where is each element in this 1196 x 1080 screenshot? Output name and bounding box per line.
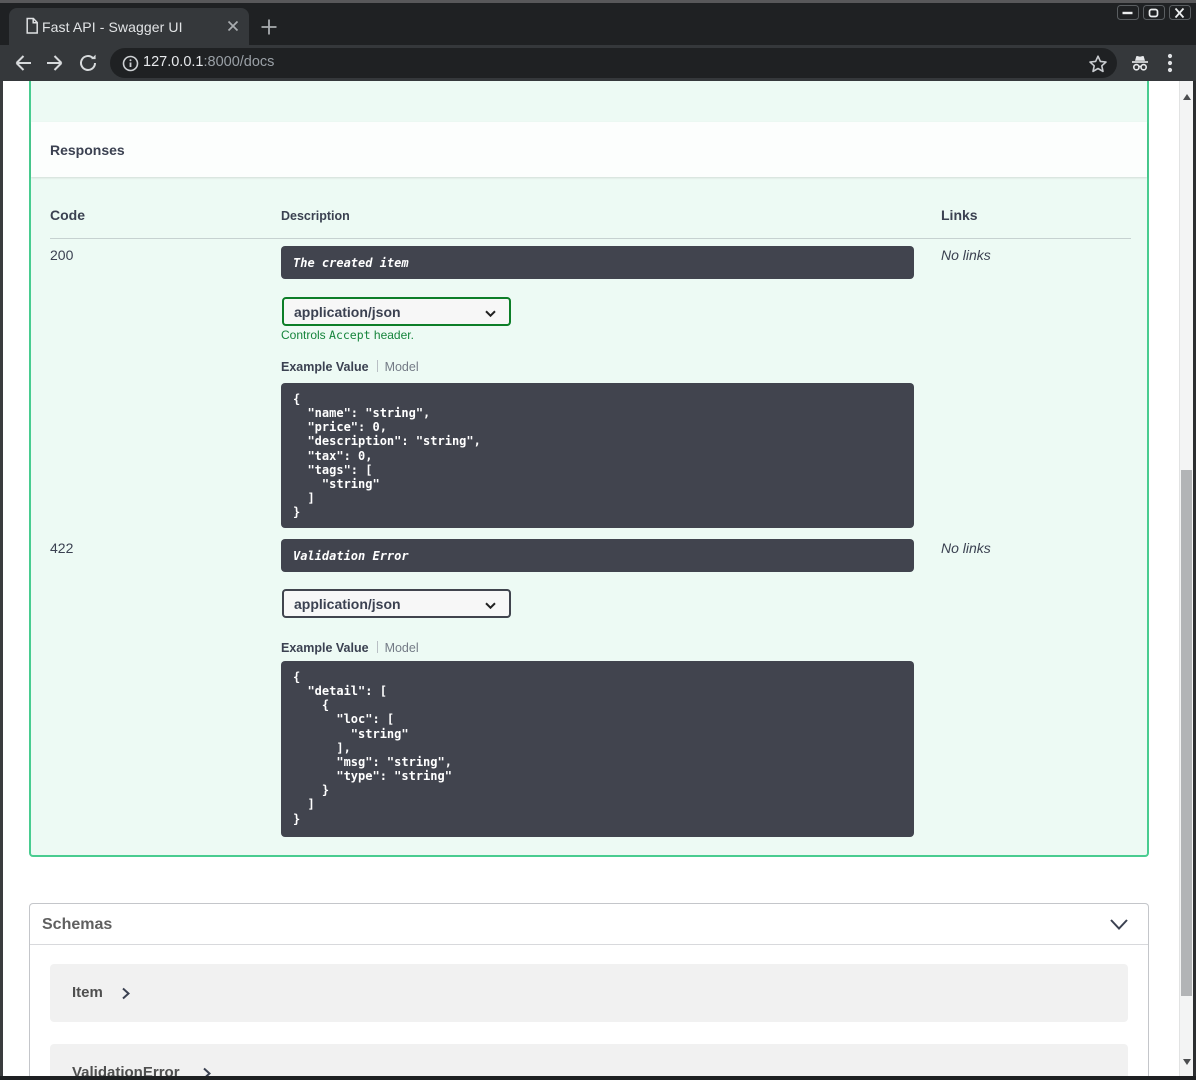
response-code-422: 422	[50, 539, 74, 556]
tab-divider	[376, 641, 378, 653]
site-info-icon[interactable]	[122, 55, 139, 77]
tab-close-icon[interactable]	[224, 17, 242, 40]
browser-tab[interactable]: Fast API - Swagger UI	[9, 8, 249, 45]
media-type-value-200: application/json	[294, 303, 401, 320]
tab-bar: Fast API - Swagger UI	[0, 3, 1196, 45]
tab-model-422[interactable]: Model	[385, 641, 419, 655]
window-maximize-button[interactable]	[1143, 4, 1165, 20]
example-model-tabs-422: Example Value Model	[281, 639, 419, 655]
forward-icon[interactable]	[44, 52, 66, 79]
chevron-down-icon	[485, 310, 496, 317]
new-tab-button[interactable]	[259, 17, 279, 42]
model-validationerror-name: ValidationError	[72, 1063, 180, 1076]
response-description-200: The created item	[281, 246, 914, 279]
window-close-button[interactable]	[1169, 4, 1191, 20]
table-header-divider	[49, 237, 1131, 239]
model-validationerror[interactable]: ValidationError	[50, 1043, 1128, 1076]
model-item[interactable]: Item	[50, 964, 1128, 1022]
tab-title: Fast API - Swagger UI	[42, 18, 183, 35]
example-json-200: { "name": "string", "price": 0, "descrip…	[281, 383, 914, 528]
links-cell-200: No links	[941, 247, 991, 263]
accept-note-prefix: Controls	[281, 327, 330, 342]
url-host: 127.0.0.1	[143, 54, 204, 70]
url-text: 127.0.0.1:8000/docs	[143, 54, 274, 70]
schemas-collapse-icon[interactable]	[1108, 917, 1130, 937]
media-type-select-422[interactable]: application/json	[282, 589, 511, 618]
tab-divider	[376, 360, 378, 372]
window-minimize-button[interactable]	[1117, 4, 1139, 20]
media-type-value-422: application/json	[294, 596, 401, 612]
schemas-section: Schemas Item ValidationError	[29, 903, 1149, 1076]
response-code-200: 200	[50, 246, 74, 263]
scrollbar-up-arrow[interactable]	[1182, 87, 1191, 105]
reload-icon[interactable]	[77, 52, 99, 79]
browser-toolbar: 127.0.0.1:8000/docs	[0, 45, 1196, 81]
media-type-select-200[interactable]: application/json	[282, 296, 511, 326]
scrollbar-thumb[interactable]	[1181, 470, 1192, 996]
address-bar[interactable]: 127.0.0.1:8000/docs	[110, 48, 1117, 78]
schemas-title: Schemas	[42, 916, 113, 933]
swagger-page: Responses Code Description Links 200 The…	[2, 81, 1193, 1076]
responses-title: Responses	[50, 142, 125, 158]
column-header-code: Code	[50, 207, 85, 223]
window-right-edge	[1192, 81, 1196, 1080]
chevron-down-icon	[485, 602, 496, 610]
tab-example-value-200[interactable]: Example Value	[281, 360, 369, 374]
browser-menu-icon[interactable]	[1166, 51, 1174, 80]
accept-note-suffix: header.	[370, 327, 414, 342]
page-favicon-icon	[24, 17, 40, 40]
chevron-right-icon[interactable]	[201, 1067, 212, 1076]
schemas-header-divider	[30, 943, 1148, 945]
url-path: :8000/docs	[203, 54, 275, 70]
links-cell-422: No links	[941, 540, 991, 556]
model-item-name: Item	[72, 984, 103, 1001]
example-model-tabs-200: Example Value Model	[281, 358, 419, 374]
bookmark-star-icon[interactable]	[1088, 54, 1108, 79]
browser-window: Fast API - Swagger UI 127.0.0.1:8000/doc…	[0, 0, 1196, 1080]
accept-note-code: Accept	[329, 327, 371, 342]
accept-header-note: Controls Accept header.	[281, 328, 414, 342]
column-header-links: Links	[941, 207, 978, 223]
example-json-422: { "detail": [ { "loc": [ "string" ], "ms…	[281, 661, 914, 837]
page-scrollbar[interactable]	[1178, 81, 1193, 1076]
back-icon[interactable]	[12, 52, 34, 79]
incognito-icon	[1128, 51, 1152, 80]
scrollbar-down-arrow[interactable]	[1182, 1052, 1191, 1070]
window-bottom-edge	[0, 1075, 1196, 1080]
tab-model-200[interactable]: Model	[385, 360, 419, 374]
response-description-422: Validation Error	[281, 539, 914, 572]
responses-section-header	[31, 122, 1147, 177]
column-header-description: Description	[281, 209, 350, 223]
tab-example-value-422[interactable]: Example Value	[281, 641, 369, 655]
chevron-right-icon[interactable]	[120, 987, 131, 1005]
